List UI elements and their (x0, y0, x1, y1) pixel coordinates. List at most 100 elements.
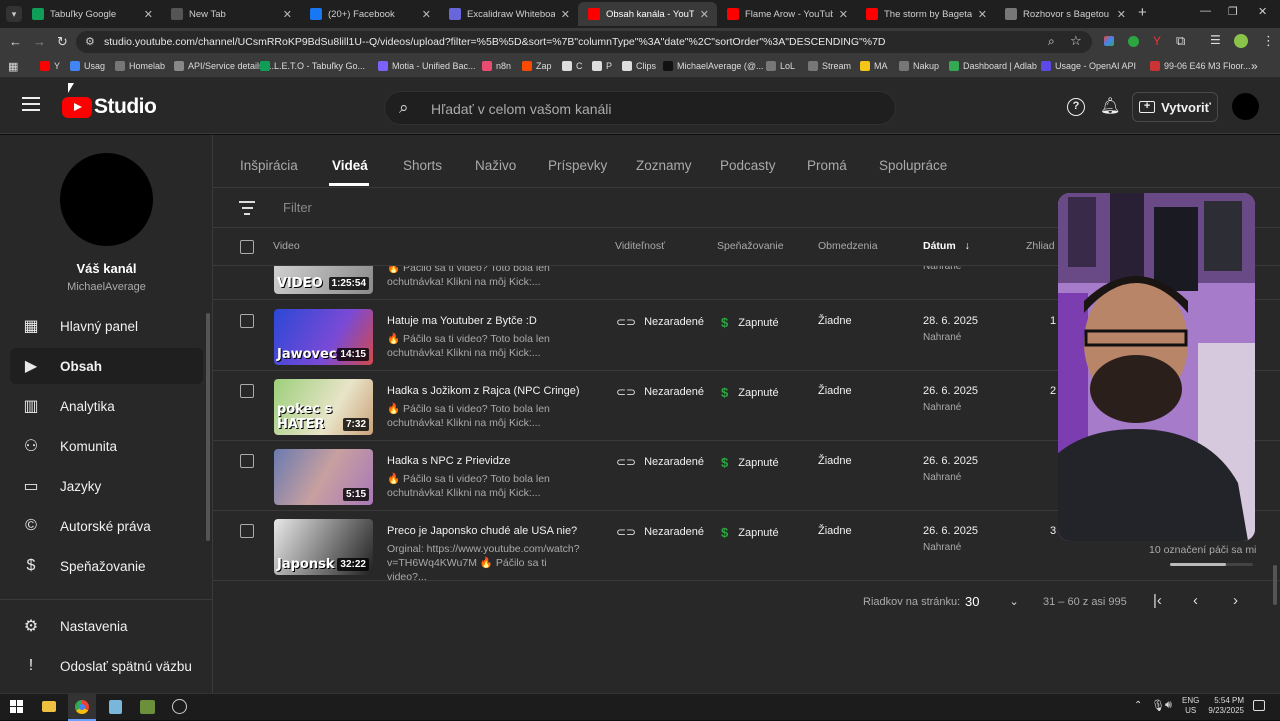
close-window-button[interactable]: ✕ (1258, 5, 1267, 18)
bookmark-item[interactable]: LoL (766, 61, 795, 71)
select-all-checkbox[interactable] (240, 240, 254, 254)
content-tab[interactable]: Videá (332, 158, 368, 173)
sidebar-item-subtitles[interactable]: ▭ Jazyky (10, 468, 203, 504)
browser-tab[interactable]: Flame Arow - YouTube ✕ (717, 2, 856, 26)
video-title[interactable]: Preco je Japonsko chudé ale USA nie? (387, 525, 577, 537)
browser-tab[interactable]: (20+) Facebook ✕ (300, 2, 439, 26)
video-title[interactable]: Hatuje ma Youtuber z Bytče :D (387, 315, 537, 327)
create-button[interactable]: + Vytvoriť (1132, 92, 1218, 122)
microphone-icon[interactable]: 🎙︎ (1151, 699, 1165, 712)
tab-close-icon[interactable]: ✕ (561, 8, 570, 21)
video-thumbnail[interactable]: pokec s HATER 7:32 (274, 379, 373, 435)
content-tab[interactable]: Shorts (403, 158, 442, 173)
menu-hamburger-icon[interactable] (22, 97, 40, 111)
site-info-icon[interactable]: ⚙ (85, 35, 95, 48)
keyboard-lang[interactable]: ENG US (1182, 696, 1199, 716)
app-taskbar-icon[interactable] (109, 700, 122, 714)
account-avatar[interactable] (1232, 93, 1259, 120)
tab-close-icon[interactable]: ✕ (839, 8, 848, 21)
bookmark-item[interactable]: Zap (522, 61, 552, 71)
horizontal-scrollbar[interactable] (1170, 563, 1253, 566)
sidebar-item-copyright[interactable]: © Autorské práva (10, 508, 203, 544)
sidebar-item-feedback[interactable]: ! Odoslať spätnú väzbu (10, 648, 203, 684)
col-header-monetization[interactable]: Speňažovanie (717, 240, 784, 252)
sidebar-item-content[interactable]: ▶ Obsah (10, 348, 203, 384)
sidebar-item-dollar[interactable]: $ Speňažovanie (10, 548, 203, 584)
app-taskbar-icon[interactable] (172, 699, 187, 714)
bookmark-item[interactable]: Usag (70, 61, 105, 71)
bookmark-item[interactable]: P (592, 61, 612, 71)
bookmark-item[interactable]: Dashboard | Adlab (949, 61, 1037, 71)
row-checkbox[interactable] (240, 314, 254, 328)
browser-tab[interactable]: Tabuľky Google ✕ (22, 2, 161, 26)
sidebar-item-dashboard[interactable]: ▦ Hlavný panel (10, 308, 203, 344)
content-tab[interactable]: Príspevky (548, 158, 607, 173)
extension-icon[interactable] (1128, 36, 1139, 47)
col-header-date[interactable]: Dátum ↓ (923, 240, 970, 252)
app-taskbar-icon[interactable] (140, 700, 155, 714)
bookmark-item[interactable]: n8n (482, 61, 511, 71)
bookmark-item[interactable]: Motia - Unified Bac... (378, 61, 476, 71)
sidebar-item-analytics[interactable]: ▥ Analytika (10, 388, 203, 424)
previous-page-icon[interactable]: ‹ (1193, 592, 1198, 609)
windows-start-icon[interactable] (10, 700, 23, 713)
notification-center-icon[interactable] (1253, 700, 1265, 711)
notifications-bell-icon[interactable]: 🔔︎ (1100, 96, 1120, 116)
volume-icon[interactable]: 🔊︎ (1165, 699, 1172, 712)
next-page-icon[interactable]: › (1233, 592, 1238, 609)
bookmark-item[interactable]: MA (860, 61, 888, 71)
monetization-cell[interactable]: $ Zapnuté (721, 385, 779, 400)
visibility-cell[interactable]: ⊂⊃ Nezaradené (616, 385, 704, 399)
browser-tab[interactable]: Obsah kanála - YouTube S ✕ (578, 2, 717, 26)
col-header-visibility[interactable]: Viditeľnosť (615, 240, 665, 252)
youtube-studio-logo[interactable]: Studio (62, 95, 157, 119)
bookmark-item[interactable]: Y (40, 61, 60, 71)
tab-close-icon[interactable]: ✕ (978, 8, 987, 21)
video-thumbnail[interactable]: 5:15 (274, 449, 373, 505)
profile-avatar[interactable] (1234, 34, 1248, 48)
extensions-puzzle-icon[interactable]: ⧉ (1176, 33, 1185, 49)
content-tab[interactable]: Zoznamy (636, 158, 692, 173)
video-thumbnail[interactable]: VIDEO 1:25:54 (274, 266, 373, 294)
bookmark-item[interactable]: C (562, 61, 583, 71)
monetization-cell[interactable]: $ Zapnuté (721, 525, 779, 540)
content-tab[interactable]: Naživo (475, 158, 516, 173)
tab-search-button[interactable]: ▾ (6, 6, 22, 22)
tray-chevron-icon[interactable]: ⌃ (1134, 700, 1142, 711)
chrome-taskbar-icon[interactable] (68, 694, 96, 721)
reload-icon[interactable]: ↻ (57, 34, 68, 50)
col-header-restrictions[interactable]: Obmedzenia (818, 240, 878, 252)
browser-tab[interactable]: Rozhovor s Bagetou - GTA ✕ (995, 2, 1134, 26)
sidebar-scrollbar[interactable] (206, 313, 210, 541)
help-icon[interactable]: ? (1067, 98, 1085, 116)
visibility-cell[interactable]: ⊂⊃ Nezaradené (616, 455, 704, 469)
filter-icon[interactable] (239, 201, 255, 215)
clock[interactable]: 5:54 PM 9/23/2025 (1204, 696, 1244, 716)
bookmark-item[interactable]: Usage - OpenAI API (1041, 61, 1136, 71)
main-scrollbar[interactable] (1273, 565, 1277, 605)
bookmark-item[interactable]: L.E.T.O - Tabuľky Go... (260, 61, 365, 71)
minimize-button[interactable]: — (1200, 5, 1211, 17)
row-checkbox[interactable] (240, 384, 254, 398)
address-bar[interactable]: ⚙ studio.youtube.com/channel/UCsmRRoKP9B… (76, 31, 1092, 53)
tab-close-icon[interactable]: ✕ (422, 8, 431, 21)
channel-avatar[interactable] (60, 153, 153, 246)
rows-per-page-select[interactable]: 30 ⌄ (965, 594, 1019, 609)
zoom-icon[interactable]: ⌕ (1048, 34, 1055, 49)
video-title[interactable]: Hadka s Jožikom z Rajca (NPC Cringe) (387, 385, 580, 397)
extension-icon[interactable]: Y (1153, 34, 1161, 48)
more-bookmarks-icon[interactable]: » (1251, 59, 1258, 73)
tab-close-icon[interactable]: ✕ (144, 8, 153, 21)
monetization-cell[interactable]: $ Zapnuté (721, 315, 779, 330)
video-title[interactable]: Hadka s NPC z Prievidze (387, 455, 511, 467)
tab-close-icon[interactable]: ✕ (1117, 8, 1126, 21)
bookmark-item[interactable]: Stream (808, 61, 851, 71)
visibility-cell[interactable]: ⊂⊃ Nezaradené (616, 525, 704, 539)
bookmark-item[interactable]: 99-06 E46 M3 Floor... (1150, 61, 1251, 71)
sidebar-item-gear[interactable]: ⚙ Nastavenia (10, 608, 203, 644)
bookmark-star-icon[interactable]: ☆ (1070, 33, 1082, 49)
tab-close-icon[interactable]: ✕ (283, 8, 292, 21)
browser-tab[interactable]: New Tab ✕ (161, 2, 300, 26)
content-tab[interactable]: Podcasty (720, 158, 776, 173)
video-thumbnail[interactable]: Jawovec 14:15 (274, 309, 373, 365)
